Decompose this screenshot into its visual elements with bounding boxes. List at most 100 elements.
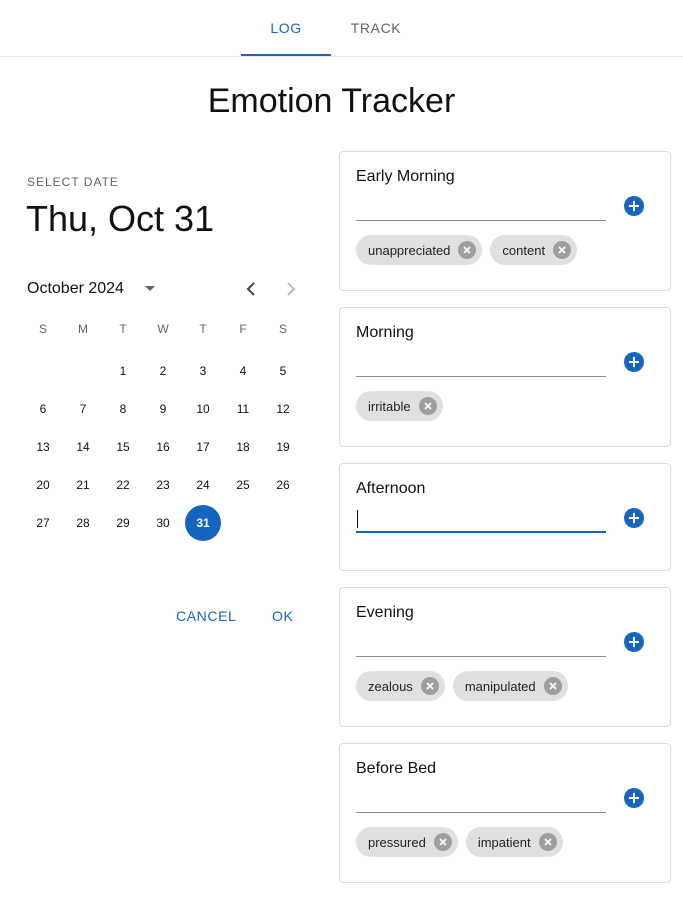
calendar-day[interactable]: 26 (263, 466, 303, 504)
month-year-label[interactable]: October 2024 (27, 280, 124, 298)
calendar-day-number: 27 (36, 516, 50, 530)
calendar-day-number: 31 (185, 505, 221, 541)
weekday-label: T (119, 322, 127, 336)
calendar-day[interactable]: 28 (63, 504, 103, 542)
period-title: Before Bed (356, 760, 437, 777)
cancel-circle-icon[interactable] (433, 833, 452, 851)
tab-log[interactable]: LOG (241, 0, 331, 56)
emotion-chips: unappreciated content (356, 235, 578, 265)
calendar-day[interactable]: 12 (263, 390, 303, 428)
calendar-day[interactable]: 25 (223, 466, 263, 504)
chevron-left-icon[interactable] (241, 278, 261, 300)
chip-label: impatient (477, 834, 531, 850)
calendar-day[interactable]: 13 (23, 428, 63, 466)
month-row: October 2024 (27, 278, 307, 300)
add-circle-icon[interactable] (624, 788, 644, 808)
calendar-day-number: 23 (156, 478, 170, 492)
calendar-day[interactable]: 15 (103, 428, 143, 466)
calendar-day[interactable]: 20 (23, 466, 63, 504)
emotion-input[interactable] (356, 789, 606, 813)
date-picker: SELECT DATE Thu, Oct 31 October 2024 S M T… (0, 150, 320, 650)
emotion-input[interactable] (356, 509, 606, 533)
calendar-day-number: 28 (76, 516, 90, 530)
calendar-day[interactable]: 10 (183, 390, 223, 428)
calendar-day[interactable]: 9 (143, 390, 183, 428)
chip-label: unappreciated (368, 242, 451, 258)
calendar-day-number: 18 (236, 440, 250, 454)
emotion-chip: unappreciated (356, 235, 483, 265)
calendar-day[interactable]: 6 (23, 390, 63, 428)
active-tab-indicator (241, 54, 331, 56)
period-title: Afternoon (356, 480, 426, 497)
calendar-day[interactable]: 19 (263, 428, 303, 466)
calendar-day[interactable]: 7 (63, 390, 103, 428)
cancel-circle-icon[interactable] (538, 833, 557, 851)
arrow-drop-down-icon[interactable] (140, 278, 160, 300)
chip-label: irritable (368, 398, 411, 414)
selected-date-headline: Thu, Oct 31 (26, 198, 215, 239)
calendar-day[interactable]: 16 (143, 428, 183, 466)
calendar-day-number: 12 (276, 402, 290, 416)
emotion-input[interactable] (356, 197, 606, 221)
emotion-input[interactable] (356, 633, 606, 657)
tab-track[interactable]: TRACK (331, 0, 421, 56)
cancel-circle-icon[interactable] (458, 241, 477, 259)
calendar-day[interactable]: 2 (143, 352, 183, 390)
emotion-chip: irritable (356, 391, 443, 421)
ok-button[interactable]: OK (272, 608, 293, 624)
calendar-day[interactable]: 24 (183, 466, 223, 504)
calendar-day-number: 4 (239, 364, 247, 378)
calendar-day-number: 11 (236, 402, 250, 416)
calendar-blank (23, 352, 63, 390)
calendar-day[interactable]: 1 (103, 352, 143, 390)
add-circle-icon[interactable] (624, 632, 644, 652)
calendar-day[interactable]: 29 (103, 504, 143, 542)
calendar-day-selected[interactable]: 31 (183, 504, 223, 542)
calendar-day[interactable]: 3 (183, 352, 223, 390)
add-circle-icon[interactable] (624, 196, 644, 216)
calendar-day[interactable]: 30 (143, 504, 183, 542)
calendar-day-number: 1 (119, 364, 127, 378)
cancel-button[interactable]: CANCEL (176, 608, 236, 624)
calendar-day[interactable]: 5 (263, 352, 303, 390)
cancel-circle-icon[interactable] (420, 677, 439, 695)
calendar-day-number: 20 (36, 478, 50, 492)
cancel-circle-icon[interactable] (418, 397, 437, 415)
period-card-early-morning: Early Morning unappreciated content (339, 151, 671, 291)
calendar-day[interactable]: 21 (63, 466, 103, 504)
period-card-evening: Evening zealous manipulated (339, 587, 671, 727)
chip-label: content (502, 242, 546, 258)
emotion-chip: impatient (465, 827, 563, 857)
calendar-day[interactable]: 17 (183, 428, 223, 466)
period-title: Early Morning (356, 168, 455, 185)
calendar-day[interactable]: 18 (223, 428, 263, 466)
period-title: Evening (356, 604, 414, 621)
emotion-chip: pressured (356, 827, 458, 857)
period-card-before-bed: Before Bed pressured impatient (339, 743, 671, 883)
emotion-chip: zealous (356, 671, 445, 701)
emotion-input[interactable] (356, 353, 606, 377)
calendar-grid: 1 2 3 4 5 6 7 8 9 10 11 12 13 14 15 16 17 18 19 20 21 22 23 24 2… (23, 352, 303, 542)
weekday-label: S (278, 322, 287, 336)
calendar-day[interactable]: 11 (223, 390, 263, 428)
calendar-day[interactable]: 27 (23, 504, 63, 542)
chevron-right-icon[interactable] (281, 278, 301, 300)
calendar-day[interactable]: 22 (103, 466, 143, 504)
top-tabs: LOG TRACK (0, 0, 683, 57)
add-circle-icon[interactable] (624, 508, 644, 528)
cancel-circle-icon[interactable] (543, 677, 562, 695)
calendar-day[interactable]: 4 (223, 352, 263, 390)
calendar-blank (63, 352, 103, 390)
weekday-label: M (78, 322, 88, 336)
calendar-day-number: 19 (276, 440, 290, 454)
period-card-morning: Morning irritable (339, 307, 671, 447)
calendar-day[interactable]: 23 (143, 466, 183, 504)
cancel-circle-icon[interactable] (553, 241, 572, 259)
period-title: Morning (356, 324, 414, 341)
calendar-day[interactable]: 14 (63, 428, 103, 466)
calendar-day-number: 16 (156, 440, 170, 454)
chip-label: manipulated (464, 678, 536, 694)
picker-overline: SELECT DATE (27, 175, 119, 189)
add-circle-icon[interactable] (624, 352, 644, 372)
calendar-day[interactable]: 8 (103, 390, 143, 428)
